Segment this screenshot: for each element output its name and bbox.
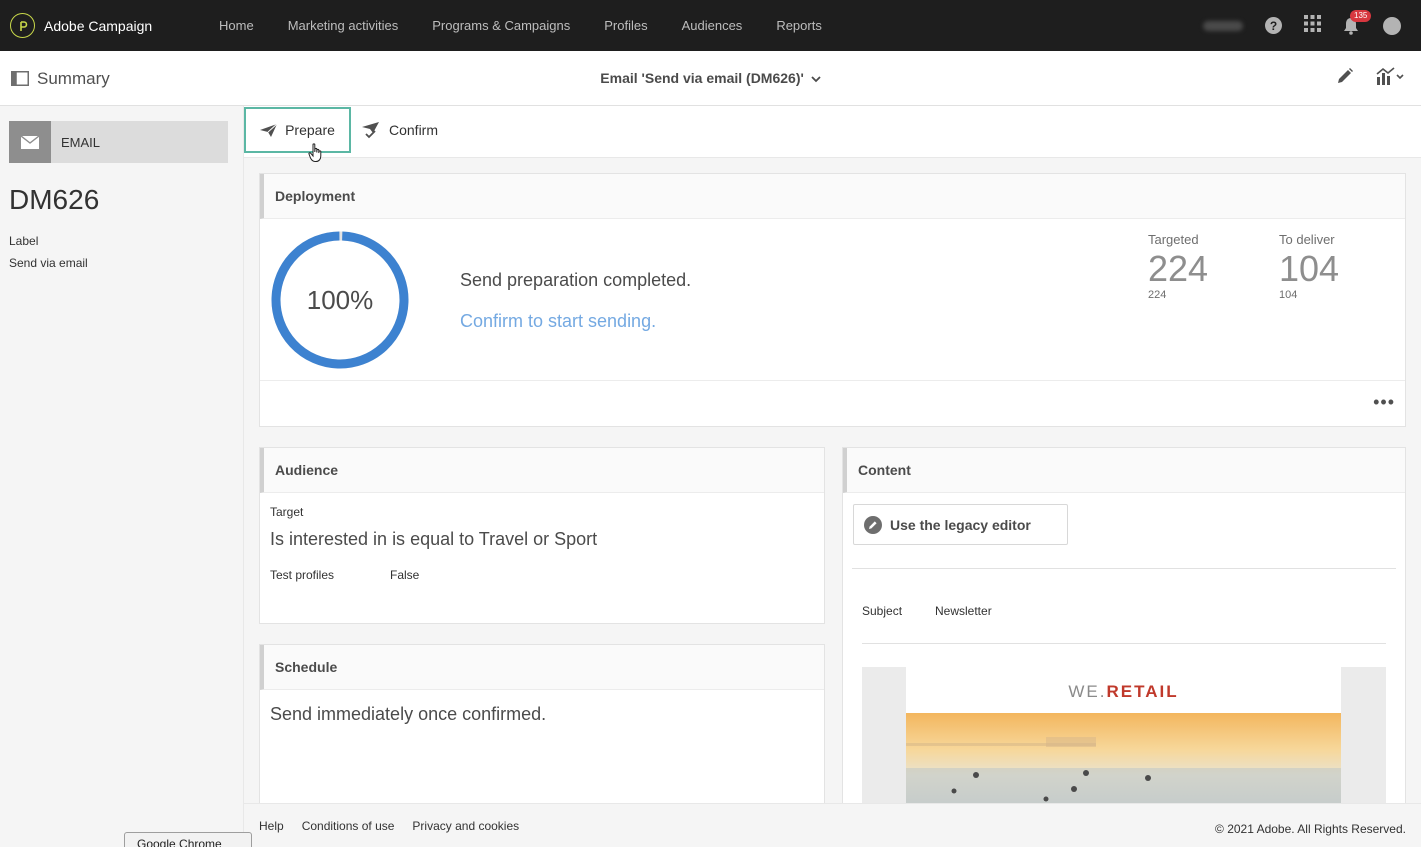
delivery-code: DM626 — [9, 184, 100, 215]
email-preview[interactable]: WE.RETAIL — [862, 667, 1386, 816]
test-profiles-row: Test profiles False — [270, 568, 419, 582]
copyright: © 2021 Adobe. All Rights Reserved. — [1215, 822, 1406, 836]
we-retail-logo: WE.RETAIL — [906, 682, 1341, 702]
adobe-campaign-logo-icon — [10, 13, 35, 38]
channel-type-label: EMAIL — [61, 134, 101, 150]
summary-toggle[interactable]: Summary — [11, 51, 110, 106]
to-deliver-subvalue: 104 — [1279, 289, 1298, 301]
to-deliver-value: 104 — [1279, 248, 1340, 289]
confirm-button[interactable]: Confirm — [362, 107, 438, 153]
edit-pencil-icon — [864, 515, 882, 534]
footer-privacy-link[interactable]: Privacy and cookies — [412, 819, 519, 833]
more-options-icon[interactable]: ••• — [1373, 393, 1395, 411]
divider — [862, 643, 1386, 644]
nav-marketing-activities[interactable]: Marketing activities — [271, 0, 416, 51]
brand[interactable]: Adobe Campaign — [10, 13, 202, 38]
target-label: Target — [270, 505, 304, 519]
deployment-title: Deployment — [260, 174, 1405, 219]
email-envelope-icon — [9, 121, 51, 163]
legacy-editor-button[interactable]: Use the legacy editor — [853, 504, 1068, 545]
paper-plane-icon — [260, 123, 278, 137]
summary-label: Summary — [37, 68, 110, 88]
top-navigation-bar: Adobe Campaign Home Marketing activities… — [0, 0, 1421, 51]
to-deliver-label: To deliver — [1279, 232, 1335, 247]
confirm-label: Confirm — [389, 122, 439, 138]
nav-reports[interactable]: Reports — [759, 0, 839, 51]
page-header: Summary Email 'Send via email (DM626)' — [0, 51, 1421, 106]
nav-home[interactable]: Home — [202, 0, 271, 51]
chrome-tooltip: Google Chrome — [124, 832, 252, 847]
targeted-subvalue: 224 — [1148, 289, 1167, 301]
content-title: Content — [843, 448, 1405, 493]
page-title-dropdown[interactable]: Email 'Send via email (DM626)' — [600, 70, 821, 86]
to-deliver-stat: To deliver 104 104 — [1279, 232, 1339, 301]
notifications-bell-icon[interactable]: 135 — [1343, 9, 1372, 35]
notification-count-badge: 135 — [1350, 9, 1372, 22]
edit-pencil-icon[interactable] — [1336, 67, 1354, 90]
deployment-status: Send preparation completed. — [460, 270, 692, 290]
progress-percent: 100% — [306, 285, 374, 315]
page-footer: Help Conditions of use Privacy and cooki… — [244, 803, 1421, 847]
divider — [852, 568, 1396, 569]
page-title-text: Email 'Send via email (DM626)' — [600, 70, 804, 86]
hand-cursor-icon — [308, 143, 324, 168]
test-profiles-label: Test profiles — [270, 568, 335, 582]
deployment-card: Deployment 100% Send preparation complet… — [259, 173, 1406, 427]
summary-sidebar: EMAIL DM626 Label Send via email — [0, 106, 244, 847]
subject-row: Subject Newsletter — [862, 604, 992, 618]
user-avatar[interactable] — [1383, 16, 1401, 35]
brand-prefix: WE. — [1068, 682, 1107, 701]
content-card: Content Use the legacy editor Subject Ne… — [842, 447, 1406, 817]
footer-help-link[interactable]: Help — [259, 819, 284, 833]
schedule-title: Schedule — [260, 645, 824, 690]
email-preview-canvas: WE.RETAIL — [906, 667, 1341, 816]
reports-chart-icon[interactable] — [1376, 67, 1404, 90]
schedule-card: Schedule Send immediately once confirmed… — [259, 644, 825, 814]
targeted-stat: Targeted 224 224 — [1148, 232, 1208, 301]
label-value: Send via email — [9, 256, 88, 270]
summary-panel-icon — [11, 71, 29, 86]
subject-value: Newsletter — [935, 604, 992, 618]
targeted-value: 224 — [1148, 248, 1209, 289]
schedule-value: Send immediately once confirmed. — [270, 704, 547, 724]
target-value: Is interested in is equal to Travel or S… — [270, 529, 598, 549]
footer-conditions-link[interactable]: Conditions of use — [302, 819, 395, 833]
prepare-label: Prepare — [285, 122, 335, 138]
help-icon[interactable]: ? — [1265, 17, 1282, 34]
page-title: Email 'Send via email (DM626)' — [0, 51, 1421, 106]
audience-title: Audience — [260, 448, 824, 493]
divider — [260, 380, 1405, 381]
top-right-tools: ? 135 — [1203, 0, 1401, 51]
header-actions — [1336, 51, 1404, 106]
prepare-button[interactable]: Prepare — [244, 107, 351, 153]
label-caption: Label — [9, 234, 39, 248]
app-name: Adobe Campaign — [44, 17, 153, 34]
main-nav: Home Marketing activities Programs & Cam… — [202, 0, 839, 51]
legacy-editor-label: Use the legacy editor — [890, 516, 1031, 533]
targeted-label: Targeted — [1148, 232, 1199, 247]
footer-links: Help Conditions of use Privacy and cooki… — [259, 804, 519, 847]
nav-profiles[interactable]: Profiles — [587, 0, 664, 51]
chevron-down-icon — [811, 76, 821, 83]
nav-audiences[interactable]: Audiences — [665, 0, 760, 51]
confirm-send-icon — [362, 121, 379, 138]
confirm-to-send-link[interactable]: Confirm to start sending. — [460, 311, 656, 332]
hero-image — [906, 713, 1341, 816]
brand-suffix: RETAIL — [1106, 682, 1179, 701]
subject-label: Subject — [862, 604, 903, 618]
user-org-name[interactable] — [1203, 20, 1243, 31]
channel-type-pill: EMAIL — [9, 121, 228, 163]
action-bar: Prepare Confirm — [244, 106, 1421, 158]
test-profiles-value: False — [390, 568, 420, 582]
audience-card: Audience Target Is interested in is equa… — [259, 447, 825, 624]
nav-programs-campaigns[interactable]: Programs & Campaigns — [415, 0, 587, 51]
app-grid-icon[interactable] — [1304, 14, 1321, 37]
